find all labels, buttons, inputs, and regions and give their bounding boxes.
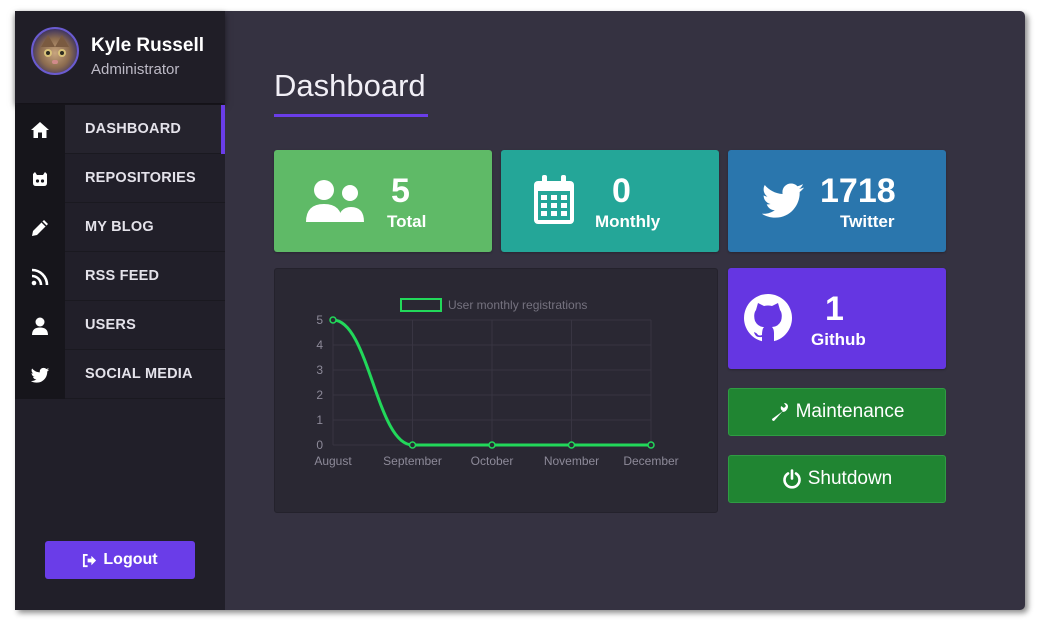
legend-label: User monthly registrations: [448, 298, 587, 312]
logout-label: Logout: [103, 551, 158, 568]
wrench-icon: [771, 403, 788, 421]
pencil-icon: [32, 220, 48, 236]
legend-swatch: [400, 298, 442, 312]
github-octocat-icon: [33, 172, 47, 186]
sidebar-item-my-blog[interactable]: MY BLOG: [15, 203, 225, 252]
github-label: Github: [811, 330, 866, 349]
power-icon: [782, 469, 801, 489]
sidebar: Kyle Russell Administrator DASHBOARD REP…: [15, 11, 225, 610]
y-tick-label: 4: [316, 338, 323, 352]
monthly-card[interactable]: 0 Monthly: [501, 150, 719, 252]
sidebar-nav: DASHBOARD REPOSITORIES MY BLOG RSS FEED …: [15, 105, 225, 399]
x-tick-label: August: [314, 454, 352, 468]
y-tick-label: 0: [316, 438, 323, 452]
twitter-value: 1718: [820, 172, 896, 210]
user-role: Administrator: [91, 61, 180, 78]
logout-button[interactable]: Logout: [45, 541, 195, 579]
sidebar-item-label: SOCIAL MEDIA: [85, 366, 193, 382]
x-tick-label: October: [471, 454, 514, 468]
registrations-chart: 0 1 2 3 4 5 August September October November Dece…: [274, 268, 718, 513]
data-point: [329, 316, 337, 324]
x-tick-label: December: [623, 454, 678, 468]
avatar: [31, 27, 79, 75]
x-tick-label: September: [383, 454, 442, 468]
maintenance-label: Maintenance: [795, 401, 905, 422]
total-value: 5: [391, 172, 410, 210]
twitter-label: Twitter: [840, 212, 895, 231]
monthly-label: Monthly: [595, 212, 661, 231]
user-profile: Kyle Russell Administrator: [15, 11, 225, 103]
sidebar-item-repositories[interactable]: REPOSITORIES: [15, 154, 225, 203]
sidebar-item-label: RSS FEED: [85, 268, 160, 284]
shutdown-label: Shutdown: [807, 468, 893, 489]
y-tick-label: 3: [316, 363, 323, 377]
line-chart: 0 1 2 3 4 5 August September October November Dece…: [314, 298, 679, 468]
twitter-icon: [761, 183, 805, 218]
sidebar-item-users[interactable]: USERS: [15, 301, 225, 350]
twitter-icon: [30, 367, 50, 383]
y-tick-label: 5: [316, 313, 323, 327]
sidebar-item-label: USERS: [85, 317, 136, 333]
data-point: [567, 441, 576, 449]
title-underline: [274, 114, 428, 117]
monthly-value: 0: [612, 172, 631, 210]
data-point: [488, 441, 496, 449]
user-name: Kyle Russell: [91, 35, 204, 56]
maintenance-button[interactable]: Maintenance: [728, 388, 946, 436]
sidebar-item-dashboard[interactable]: DASHBOARD: [15, 105, 225, 154]
data-point: [647, 441, 655, 449]
rss-icon: [31, 268, 49, 286]
x-tick-label: November: [544, 454, 599, 468]
y-tick-label: 1: [316, 413, 323, 427]
sign-out-icon: [83, 553, 97, 567]
users-icon: [306, 180, 364, 222]
github-value: 1: [825, 290, 844, 328]
home-icon: [31, 122, 49, 138]
twitter-card[interactable]: 1718 Twitter: [728, 150, 946, 252]
github-icon: [744, 294, 792, 342]
sidebar-item-label: DASHBOARD: [85, 121, 182, 137]
sidebar-item-social-media[interactable]: SOCIAL MEDIA: [15, 350, 225, 399]
page-title: Dashboard: [274, 68, 426, 103]
sidebar-item-label: REPOSITORIES: [85, 170, 196, 186]
y-tick-label: 2: [316, 388, 323, 402]
total-users-card[interactable]: 5 Total: [274, 150, 492, 252]
data-point: [408, 441, 417, 449]
user-icon: [32, 317, 48, 335]
total-label: Total: [387, 212, 427, 231]
github-card[interactable]: 1 Github: [728, 268, 946, 369]
shutdown-button[interactable]: Shutdown: [728, 455, 946, 503]
sidebar-item-rss-feed[interactable]: RSS FEED: [15, 252, 225, 301]
calendar-icon: [534, 175, 574, 224]
sidebar-item-label: MY BLOG: [85, 219, 154, 235]
